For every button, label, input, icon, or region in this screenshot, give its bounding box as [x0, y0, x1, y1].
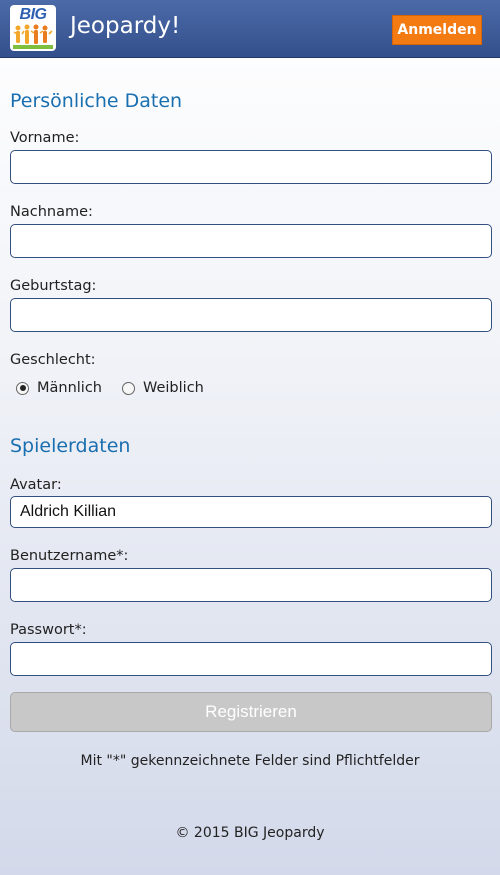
- password-input[interactable]: [10, 642, 492, 676]
- firstname-input[interactable]: [10, 150, 492, 184]
- username-label: Benutzername*:: [10, 548, 129, 564]
- lastname-input[interactable]: [10, 224, 492, 258]
- password-label: Passwort*:: [10, 622, 87, 638]
- firstname-label: Vorname:: [10, 130, 80, 146]
- female-radio-label: Weiblich: [143, 380, 204, 396]
- lastname-label: Nachname:: [10, 204, 93, 220]
- male-radio[interactable]: [16, 381, 29, 395]
- avatar-input[interactable]: [10, 496, 492, 528]
- birthday-input[interactable]: [10, 298, 492, 332]
- logo-text: BIG: [19, 6, 47, 23]
- username-input[interactable]: [10, 568, 492, 602]
- personal-data-heading: Persönliche Daten: [10, 90, 183, 112]
- required-fields-note: Mit "*" gekennzeichnete Felder sind Pfli…: [80, 753, 420, 769]
- player-data-heading: Spielerdaten: [10, 435, 131, 457]
- gender-label: Geschlecht:: [10, 352, 96, 368]
- big-logo: BIG: [10, 5, 56, 51]
- copyright-footer: © 2015 BIG Jeopardy: [175, 825, 325, 841]
- login-button[interactable]: Anmelden: [392, 15, 482, 45]
- register-button[interactable]: Registrieren: [10, 692, 492, 732]
- male-radio-label: Männlich: [37, 380, 102, 396]
- birthday-label: Geburtstag:: [10, 278, 97, 294]
- avatar-label: Avatar:: [10, 477, 62, 493]
- female-radio[interactable]: [122, 381, 135, 395]
- app-header: BIG Jeopardy! Anmelden: [0, 0, 500, 58]
- gender-option-female[interactable]: Weiblich: [122, 378, 204, 398]
- people-figures-icon: [13, 24, 53, 49]
- gender-option-male[interactable]: Männlich: [16, 378, 102, 398]
- app-title: Jeopardy!: [70, 13, 181, 39]
